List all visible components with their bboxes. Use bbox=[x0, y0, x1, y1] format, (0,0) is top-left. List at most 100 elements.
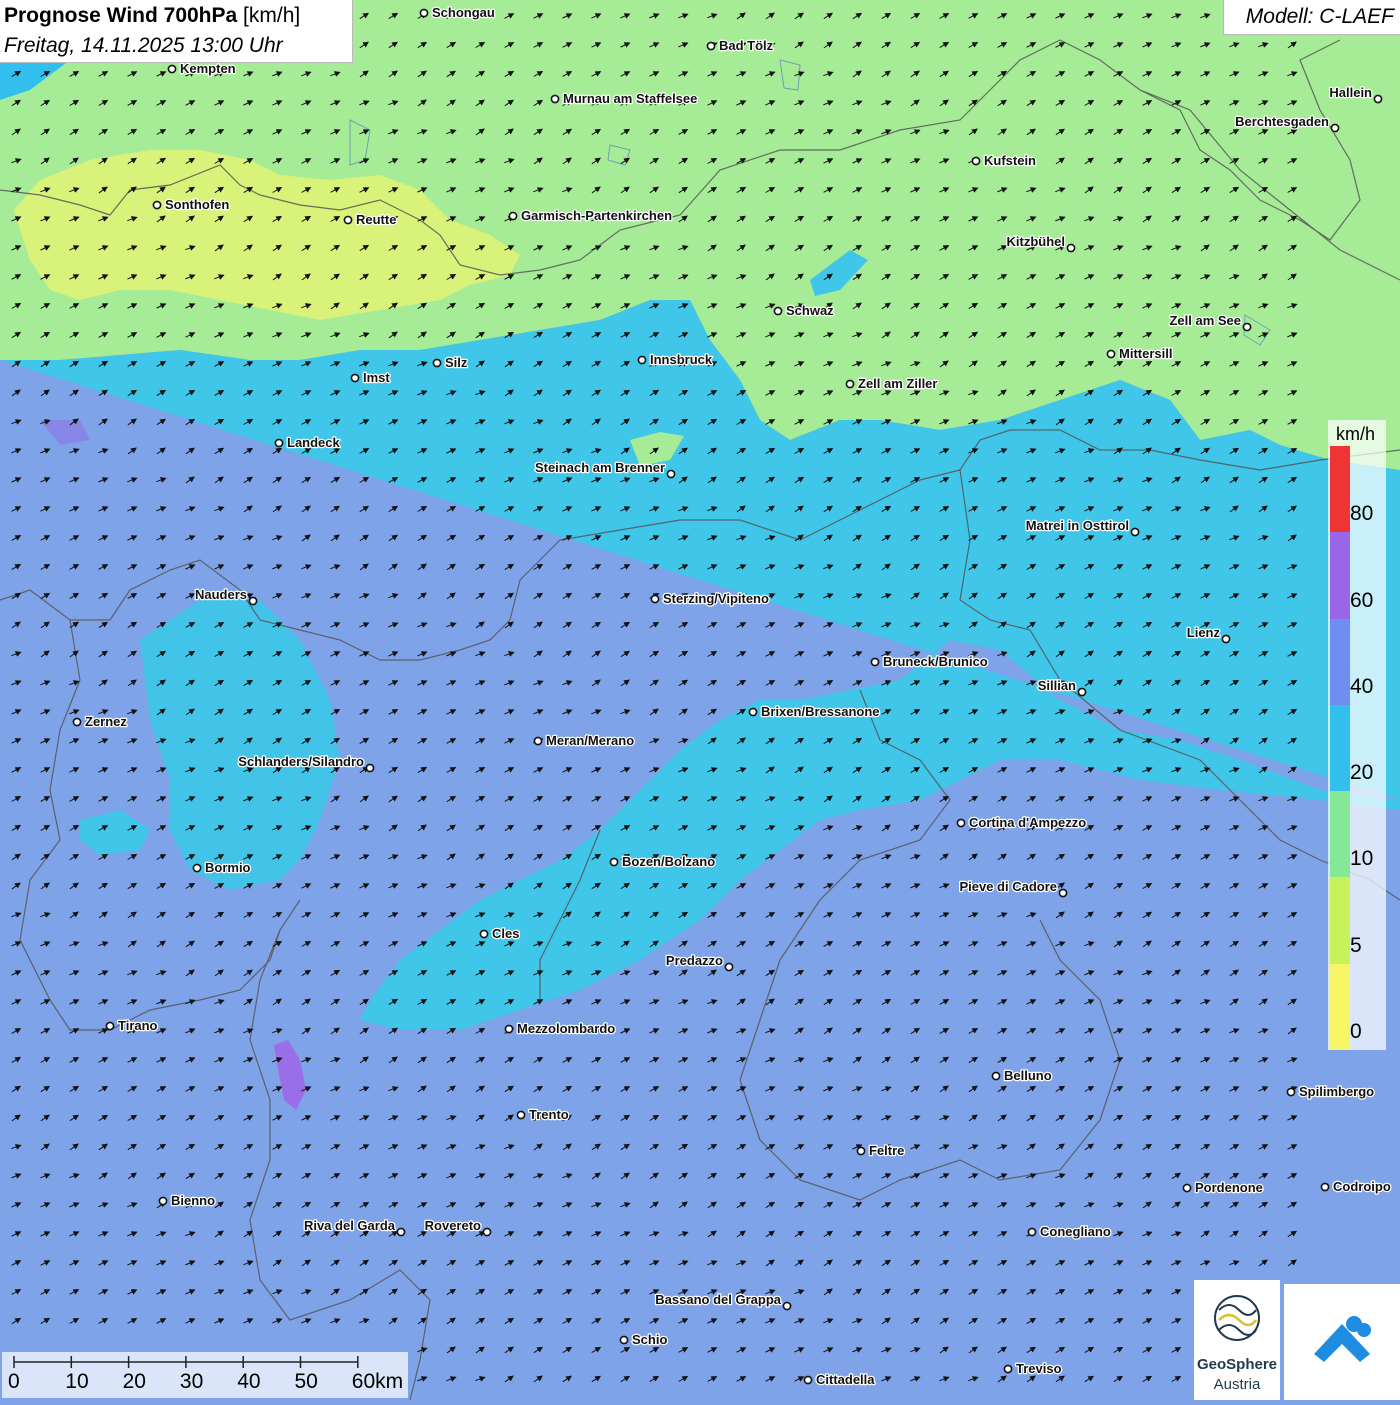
place-dot-icon bbox=[666, 469, 676, 479]
place-dot-icon bbox=[619, 1335, 629, 1345]
place-dot-icon bbox=[432, 358, 442, 368]
place-dot-icon bbox=[1130, 527, 1140, 537]
place-marker[interactable]: Brixen/Bressanone bbox=[748, 703, 881, 720]
scale-label: 50 bbox=[294, 1370, 318, 1393]
place-dot-icon bbox=[991, 1071, 1001, 1081]
place-dot-icon bbox=[504, 1024, 514, 1034]
place-marker[interactable]: Bassano del Grappa bbox=[654, 1291, 792, 1311]
place-marker[interactable]: Bozen/Bolzano bbox=[609, 853, 716, 870]
app-logo[interactable] bbox=[1284, 1284, 1400, 1400]
place-label: Imst bbox=[363, 370, 390, 385]
place-marker[interactable]: Schlanders/Silandro bbox=[237, 753, 375, 773]
place-marker[interactable]: Meran/Merano bbox=[533, 732, 635, 749]
place-dot-icon bbox=[419, 8, 429, 18]
legend-color-segment bbox=[1330, 618, 1350, 705]
place-label: Hallein bbox=[1329, 85, 1372, 100]
place-dot-icon bbox=[1330, 123, 1340, 133]
place-label: Conegliano bbox=[1040, 1224, 1111, 1239]
place-label: Schwaz bbox=[786, 303, 834, 318]
place-dot-icon bbox=[550, 94, 560, 104]
geosphere-country: Austria bbox=[1213, 1376, 1261, 1393]
place-label: Garmisch-Partenkirchen bbox=[521, 208, 672, 223]
place-label: Bozen/Bolzano bbox=[622, 854, 715, 869]
place-label: Treviso bbox=[1016, 1361, 1062, 1376]
place-dot-icon bbox=[1373, 94, 1383, 104]
place-marker[interactable]: Sterzing/Vipiteno bbox=[650, 590, 770, 607]
place-marker[interactable]: Steinach am Brenner bbox=[534, 459, 676, 479]
place-dot-icon bbox=[248, 596, 258, 606]
place-dot-icon bbox=[479, 929, 489, 939]
place-dot-icon bbox=[856, 1146, 866, 1156]
place-marker[interactable]: Cortina d'Ampezzo bbox=[956, 814, 1088, 831]
place-label: Kitzbühel bbox=[1007, 234, 1066, 249]
legend-label: 40 bbox=[1350, 674, 1374, 698]
place-marker[interactable]: Riva del Garda bbox=[303, 1217, 406, 1237]
place-marker[interactable]: Murnau am Staffelsee bbox=[550, 90, 699, 107]
place-marker[interactable]: Bruneck/Brunico bbox=[870, 653, 989, 670]
place-marker[interactable]: Matrei in Osttirol bbox=[1024, 517, 1140, 537]
place-dot-icon bbox=[274, 438, 284, 448]
place-marker[interactable]: Zell am See bbox=[1168, 312, 1252, 332]
scale-label: 30 bbox=[179, 1370, 204, 1393]
place-dot-icon bbox=[803, 1375, 813, 1385]
place-marker[interactable]: Rovereto bbox=[423, 1217, 492, 1237]
wind-forecast-map[interactable]: Schongau Bad Tölz Kempten Murnau am Staffel… bbox=[0, 0, 1400, 1400]
place-label: Brixen/Bressanone bbox=[761, 704, 880, 719]
place-label: Predazzo bbox=[666, 953, 723, 968]
place-label: Innsbruck bbox=[650, 352, 713, 367]
place-marker[interactable]: Sonthofen bbox=[152, 196, 231, 213]
place-label: Berchtesgaden bbox=[1235, 114, 1329, 129]
place-marker[interactable]: Conegliano bbox=[1027, 1223, 1112, 1240]
place-dot-icon bbox=[72, 717, 82, 727]
legend-color-segment bbox=[1330, 446, 1350, 533]
place-dot-icon bbox=[1106, 349, 1116, 359]
scale-label: 20 bbox=[122, 1370, 146, 1393]
place-marker[interactable]: Mezzolombardo bbox=[504, 1020, 617, 1037]
cloud-mountain-icon bbox=[1314, 1316, 1371, 1362]
place-marker[interactable]: Zell am Ziller bbox=[845, 375, 939, 392]
model-box: Modell: C-LAEF bbox=[1223, 0, 1400, 35]
place-dot-icon bbox=[845, 379, 855, 389]
place-dot-icon bbox=[1286, 1087, 1296, 1097]
place-label: Steinach am Brenner bbox=[535, 460, 665, 475]
place-dot-icon bbox=[748, 707, 758, 717]
place-label: Bassano del Grappa bbox=[655, 1292, 781, 1307]
place-dot-icon bbox=[650, 594, 660, 604]
place-dot-icon bbox=[396, 1227, 406, 1237]
legend-label: 60 bbox=[1350, 588, 1374, 612]
place-label: Spilimbergo bbox=[1299, 1084, 1374, 1099]
place-dot-icon bbox=[706, 41, 716, 51]
place-marker[interactable]: Garmisch-Partenkirchen bbox=[508, 207, 673, 224]
place-marker[interactable]: Berchtesgaden bbox=[1234, 113, 1340, 133]
place-label: Landeck bbox=[287, 435, 341, 450]
legend-color-segment bbox=[1330, 791, 1350, 878]
forecast-datetime: Freitag, 14.11.2025 13:00 Uhr bbox=[4, 34, 283, 57]
place-marker[interactable]: Innsbruck bbox=[637, 351, 714, 368]
legend-color-segment bbox=[1330, 963, 1350, 1050]
place-dot-icon bbox=[637, 355, 647, 365]
place-label: Kufstein bbox=[984, 153, 1036, 168]
place-marker[interactable]: Kitzbühel bbox=[1005, 233, 1076, 253]
place-label: Bad Tölz bbox=[719, 38, 774, 53]
place-dot-icon bbox=[516, 1110, 526, 1120]
place-label: Cittadella bbox=[816, 1372, 875, 1387]
place-marker[interactable]: Pordenone bbox=[1182, 1179, 1264, 1196]
place-dot-icon bbox=[971, 156, 981, 166]
scale-label: 10 bbox=[65, 1370, 89, 1393]
place-marker[interactable]: Spilimbergo bbox=[1286, 1083, 1375, 1100]
place-dot-icon bbox=[782, 1301, 792, 1311]
place-dot-icon bbox=[609, 857, 619, 867]
geosphere-logo[interactable]: GeoSphere Austria bbox=[1194, 1280, 1280, 1400]
place-label: Pordenone bbox=[1195, 1180, 1263, 1195]
place-label: Zell am Ziller bbox=[858, 376, 937, 391]
place-marker[interactable]: Schongau bbox=[419, 4, 496, 21]
place-marker[interactable]: Pieve di Cadore bbox=[958, 878, 1068, 898]
place-marker[interactable]: Predazzo bbox=[665, 952, 734, 972]
place-label: Tirano bbox=[118, 1018, 158, 1033]
place-label: Silz bbox=[445, 355, 468, 370]
scale-bar-graphic bbox=[13, 1356, 359, 1368]
place-dot-icon bbox=[1027, 1227, 1037, 1237]
place-dot-icon bbox=[1320, 1182, 1330, 1192]
place-marker[interactable]: Cittadella bbox=[803, 1371, 877, 1388]
legend-label: 20 bbox=[1350, 761, 1374, 785]
